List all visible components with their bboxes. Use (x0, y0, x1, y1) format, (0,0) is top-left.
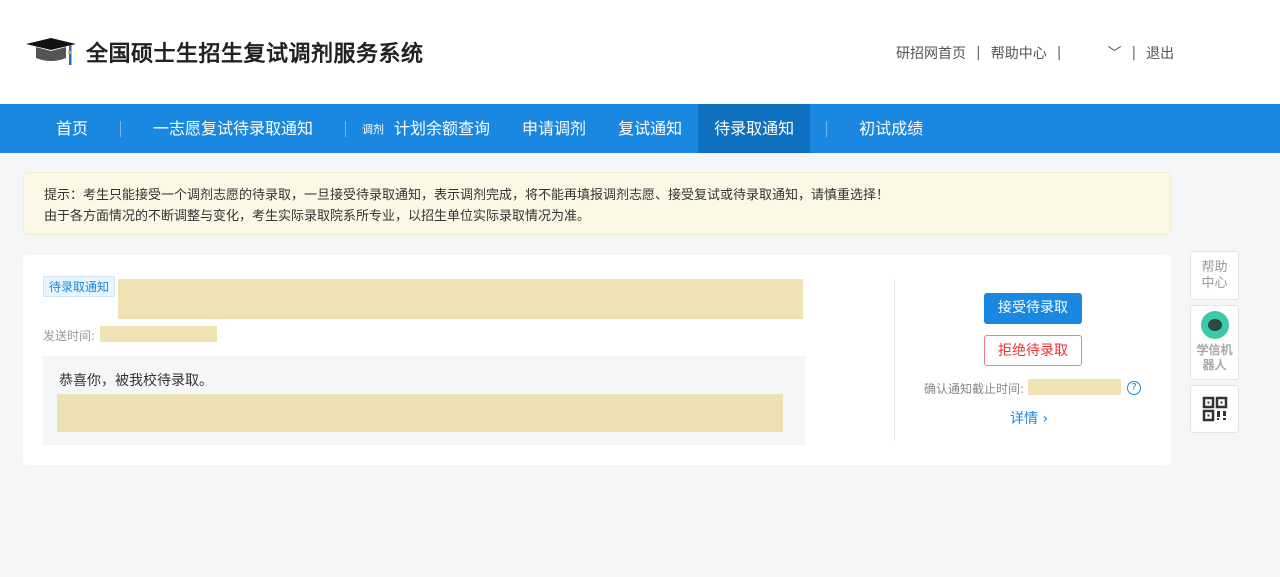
redacted-send-time (100, 326, 217, 342)
nav-initial-scores[interactable]: 初试成绩 (843, 104, 939, 153)
logout-link[interactable]: 退出 (1146, 43, 1174, 63)
nav-first-choice-notice[interactable]: 一志愿复试待录取通知 (137, 104, 329, 153)
notice-banner: 提示：考生只能接受一个调剂志愿的待录取，一旦接受待录取通知，表示调剂完成，将不能… (23, 172, 1171, 235)
graduation-cap-logo-icon (26, 38, 76, 65)
header: 全国硕士生招生复试调剂服务系统 研招网首页 | 帮助中心 | ﹀ | 退出 (0, 0, 1280, 104)
nav-retest-notice[interactable]: 复试通知 (602, 104, 698, 153)
help-center-float-label: 帮助中心 (1201, 260, 1228, 291)
qr-code-button[interactable] (1190, 385, 1239, 433)
chevron-right-icon: › (1042, 411, 1049, 427)
user-menu-dropdown[interactable]: ﹀ (1071, 43, 1121, 63)
message-text: 恭喜你，被我校待录取。 (59, 373, 213, 389)
yanzhao-home-link[interactable]: 研招网首页 (896, 43, 966, 63)
reject-admission-button[interactable]: 拒绝待录取 (984, 335, 1082, 366)
nav-admission-notice[interactable]: 待录取通知 (698, 104, 811, 153)
nav-plan-balance[interactable]: 计划余额查询 (378, 104, 506, 153)
notice-line-2: 由于各方面情况的不断调整与变化，考生实际录取院系所专业，以招生单位实际录取情况为… (44, 209, 591, 224)
app-title: 全国硕士生招生复试调剂服务系统 (86, 42, 424, 67)
redacted-school-name (118, 279, 803, 319)
deadline-label: 确认通知截止时间: (924, 382, 1025, 396)
redacted-message (57, 394, 783, 432)
notice-line-1: 提示：考生只能接受一个调剂志愿的待录取，一旦接受待录取通知，表示调剂完成，将不能… (44, 188, 890, 203)
xuexin-robot-button[interactable]: 学信机器人 (1190, 305, 1239, 380)
nav-home[interactable]: 首页 (40, 104, 104, 153)
nav-apply-adjust[interactable]: 申请调剂 (506, 104, 602, 153)
qr-code-icon (1202, 396, 1227, 422)
accept-admission-button[interactable]: 接受待录取 (984, 293, 1082, 324)
help-center-float-button[interactable]: 帮助中心 (1190, 251, 1239, 300)
notice-type-tag: 待录取通知 (43, 276, 116, 297)
send-time-label: 发送时间: (43, 329, 96, 343)
help-center-link[interactable]: 帮助中心 (991, 43, 1047, 63)
main-nav: 首页 一志愿复试待录取通知 调剂 计划余额查询 申请调剂 复试通知 待录取通知 … (0, 104, 1280, 153)
details-link[interactable]: 详情 › (1010, 408, 1048, 428)
message-box: 恭喜你，被我校待录取。 (43, 356, 805, 445)
robot-label: 学信机器人 (1196, 343, 1233, 372)
robot-avatar-icon (1200, 311, 1229, 339)
admission-notice-card: 待录取通知 发送时间: 恭喜你，被我校待录取。 接受待录取 拒绝待录取 确认通知… (23, 255, 1171, 465)
help-question-icon[interactable]: ? (1127, 381, 1141, 395)
details-label: 详情 (1010, 411, 1038, 427)
redacted-deadline (1028, 379, 1121, 395)
